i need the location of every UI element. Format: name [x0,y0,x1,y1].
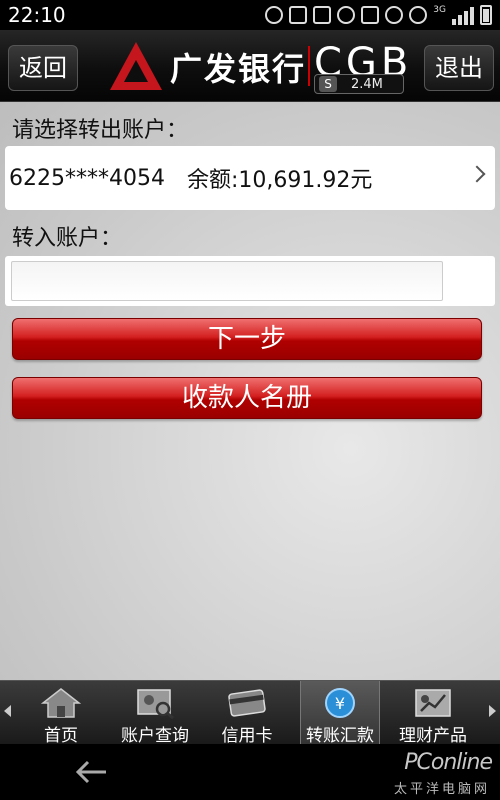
cgb-logo-icon [110,42,162,90]
bank-logo: 广发银行 CGB S 2.4M [108,38,408,96]
tab-finance-products[interactable]: 理财产品 [388,681,478,746]
tab-label: 账户查询 [121,726,189,746]
watermark-text: 太平洋电脑网 [393,782,490,797]
grid-icon [289,6,308,24]
alarm-icon [385,6,404,24]
logo-divider [308,46,310,86]
network-type: 3G [433,5,446,15]
status-bar: 22:10 3G [0,0,500,30]
select-from-account-label: 请选择转出账户： [12,118,189,143]
tab-transfer[interactable]: ¥ 转账汇款 [300,681,380,746]
status-time: 22:10 [8,3,66,27]
chat-icon [265,6,284,24]
account-balance: 余额:10,691.92元 [186,168,373,193]
system-nav-bar: PConline 太平洋电脑网 [0,744,500,800]
payee-list-button[interactable]: 收款人名册 [12,377,482,419]
check-icon [337,6,356,24]
message-icon [361,6,380,24]
status-icons: 3G [265,5,492,25]
speed-value: 2.4M [351,76,383,92]
transfer-form: 请选择转出账户： 6225****4054 余额:10,691.92元 转入账户… [0,102,500,680]
bottom-tab-bar: 首页 账户查询 信用卡 ¥ 转账汇款 理财产品 [0,680,500,746]
scroll-right-icon[interactable] [489,705,496,717]
exit-button[interactable]: 退出 [424,45,494,91]
wifi-icon [409,6,428,24]
svg-text:¥: ¥ [335,694,345,713]
finance-chart-icon [415,689,451,717]
from-account-selector[interactable]: 6225****4054 余额:10,691.92元 [5,146,495,210]
brand-name-cn: 广发银行 [170,50,307,88]
battery-icon [480,5,492,25]
tab-label: 信用卡 [221,726,273,746]
back-button[interactable]: 返回 [8,45,78,91]
tab-label: 转账汇款 [306,726,374,746]
next-step-button[interactable]: 下一步 [12,318,482,360]
header: 返回 广发银行 CGB S 2.4M 退出 [0,30,500,102]
account-number: 6225****4054 [9,165,165,191]
speed-indicator: S 2.4M [314,74,404,94]
tab-home[interactable]: 首页 [18,681,104,746]
tab-label: 理财产品 [399,726,467,746]
account-query-icon [137,689,174,719]
watermark: PConline 太平洋电脑网 [382,750,493,797]
scroll-left-icon[interactable] [4,705,11,717]
to-account-input[interactable] [11,261,443,301]
credit-card-icon [228,689,266,717]
transfer-icon: ¥ [325,688,355,718]
image-icon [313,6,332,24]
home-icon [41,688,81,718]
back-arrow-icon[interactable] [72,756,112,788]
to-account-field-wrap [5,256,495,306]
chevron-right-icon [468,165,486,183]
to-account-label: 转入账户： [12,226,123,251]
tab-label: 首页 [44,726,78,746]
tab-account-query[interactable]: 账户查询 [110,681,200,746]
signal-icon [452,5,474,25]
speed-badge: S [319,76,337,92]
watermark-logo: PConline [404,750,493,775]
tab-credit-card[interactable]: 信用卡 [206,681,288,746]
